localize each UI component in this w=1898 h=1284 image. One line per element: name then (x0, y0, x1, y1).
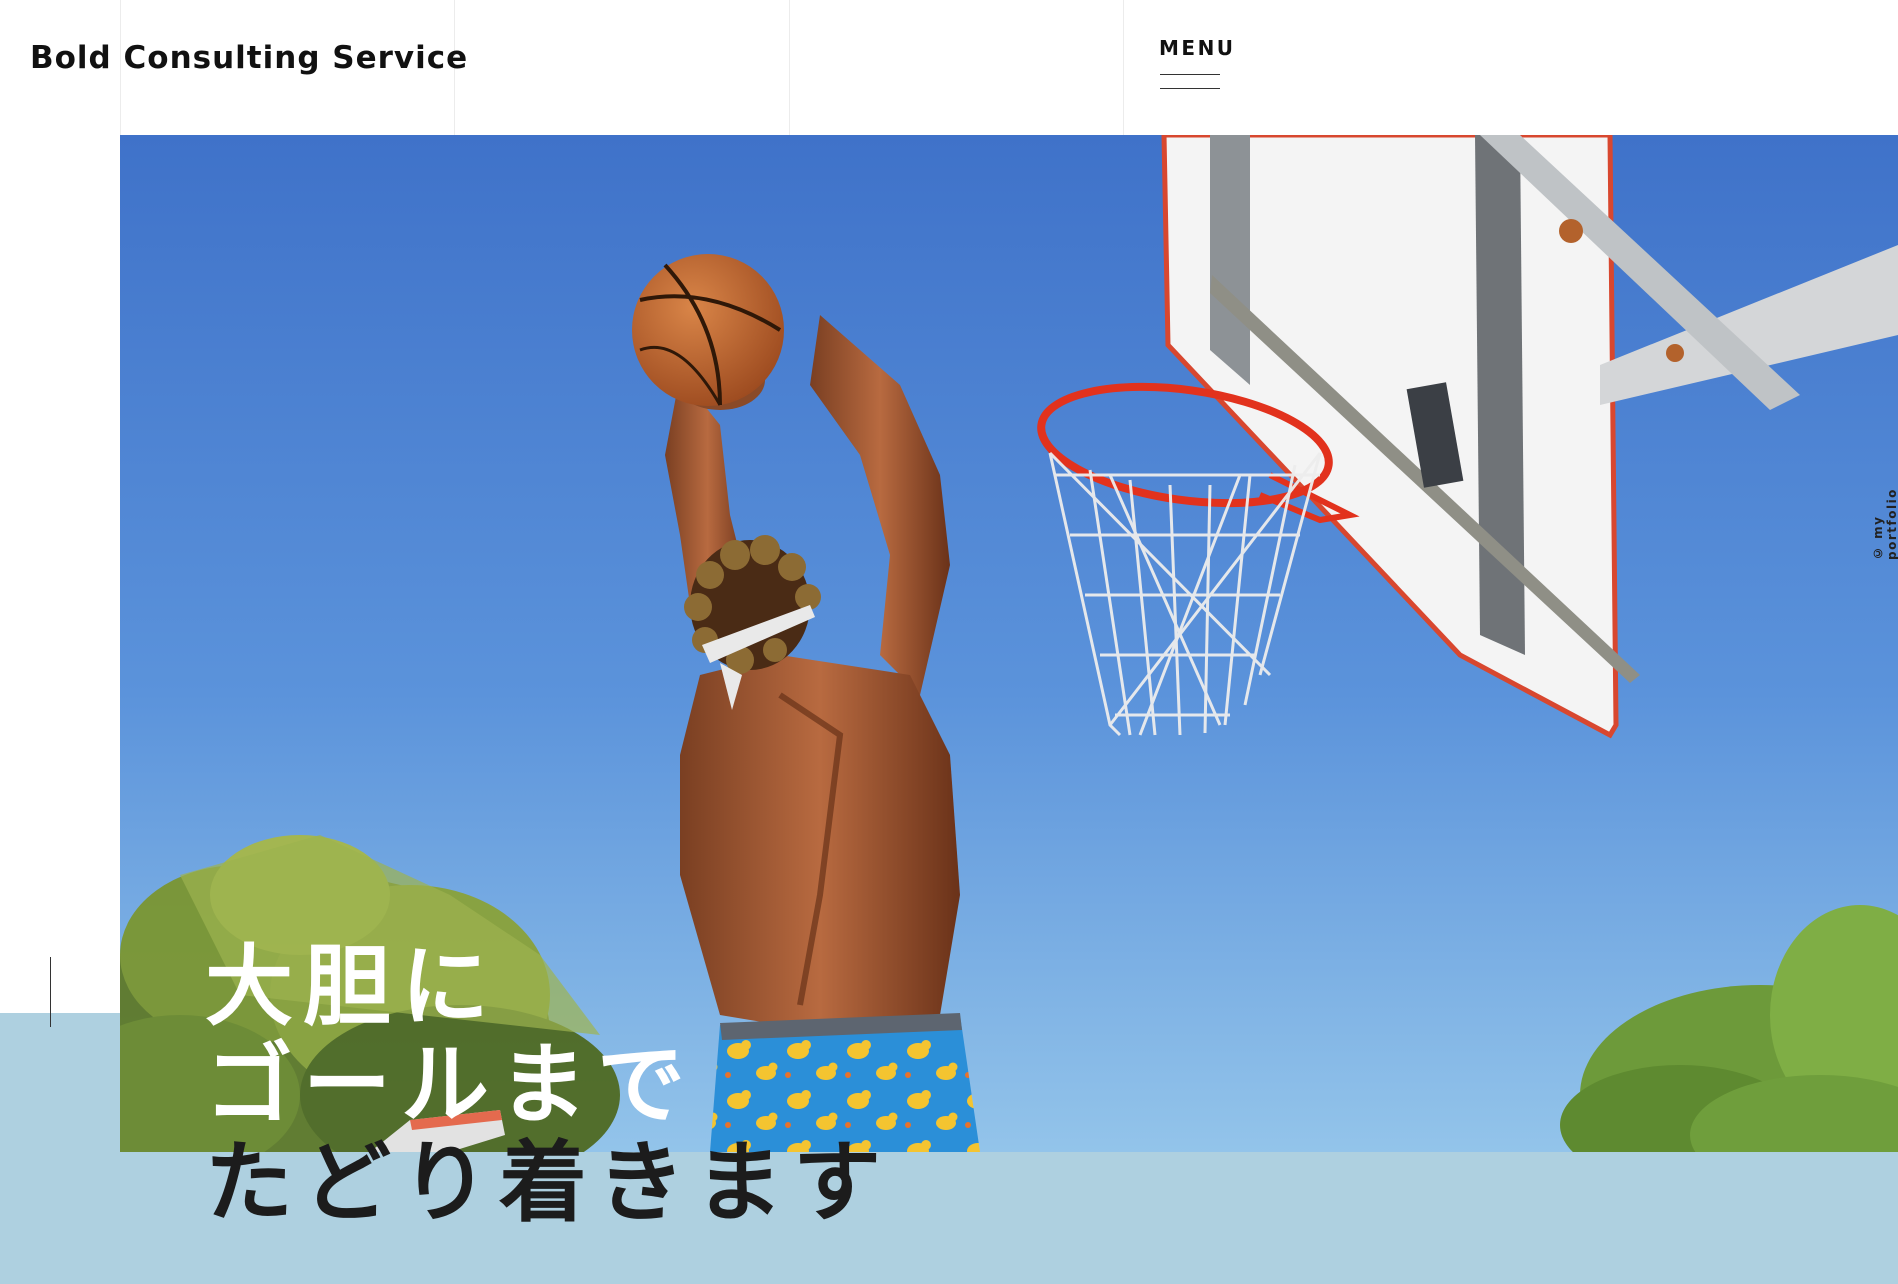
brand-logo[interactable]: Bold Consulting Service (30, 40, 468, 76)
menu-line-icon (1160, 74, 1220, 75)
hero-headline: 大胆に ゴールまで たどり着きます (205, 938, 891, 1232)
menu-button[interactable]: MENU (1159, 36, 1239, 96)
headline-line-2: ゴールまで (205, 1033, 696, 1136)
menu-line-icon (1160, 88, 1220, 89)
scroll-indicator (50, 957, 51, 1027)
headline-line-1: 大胆に (205, 935, 500, 1038)
page: Bold Consulting Service MENU © my portfo… (0, 0, 1898, 1284)
photo-credit: © my portfolio (1871, 488, 1898, 560)
headline-line-3: たどり着きます (205, 1131, 892, 1234)
menu-label: MENU (1159, 36, 1236, 60)
